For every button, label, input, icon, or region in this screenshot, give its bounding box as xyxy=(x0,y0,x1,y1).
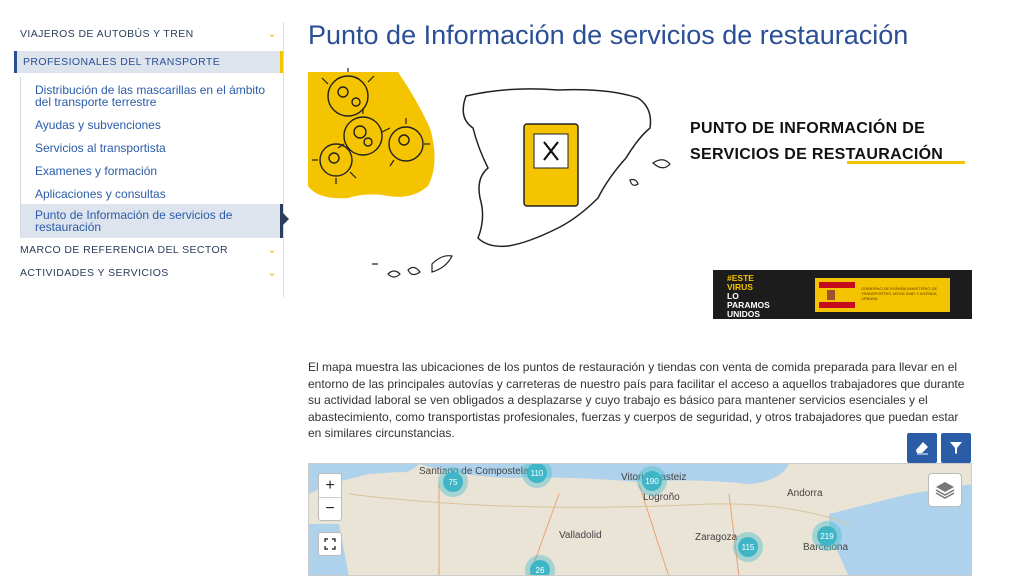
filter-button[interactable] xyxy=(941,433,971,463)
map-view[interactable]: + − Santiago de Compostela Vitoria-Gaste… xyxy=(308,463,972,576)
sidebar-item-ayudas[interactable]: Ayudas y subvenciones xyxy=(21,112,283,135)
poster-underline xyxy=(847,161,965,164)
map-cluster[interactable]: 115 xyxy=(733,532,763,562)
poster-line-1: PUNTO DE INFORMACIÓN DE xyxy=(690,120,926,137)
sidebar-nav: VIAJEROS DE AUTOBÚS Y TREN ⌄ PROFESIONAL… xyxy=(14,22,289,297)
city-label: Santiago de Compostela xyxy=(419,466,529,477)
filter-icon xyxy=(950,442,962,454)
chevron-down-icon: ⌄ xyxy=(267,244,277,256)
fullscreen-button[interactable] xyxy=(318,532,342,556)
cluster-count: 26 xyxy=(530,560,550,575)
cluster-count: 190 xyxy=(642,471,662,491)
city-label: Valladolid xyxy=(559,530,602,541)
nav-section-profesionales[interactable]: PROFESIONALES DEL TRANSPORTE xyxy=(14,51,283,73)
chevron-down-icon: ⌄ xyxy=(267,267,277,279)
nav-section-actividades[interactable]: ACTIVIDADES Y SERVICIOS ⌄ xyxy=(14,261,283,284)
city-label: Andorra xyxy=(787,488,823,499)
submenu: Distribución de las mascarillas en el ám… xyxy=(20,77,289,238)
nav-section-viajeros[interactable]: VIAJEROS DE AUTOBÚS Y TREN ⌄ xyxy=(14,22,283,45)
sidebar-item-examenes[interactable]: Examenes y formación xyxy=(21,158,283,181)
zoom-control: + − xyxy=(318,473,342,521)
map-description: El mapa muestra las ubicaciones de los p… xyxy=(308,360,965,440)
campaign-text: #ESTE VIRUS LO PARAMOS UNIDOS xyxy=(727,274,770,319)
badge-line: UNIDOS xyxy=(727,309,761,319)
nav-section-label: MARCO DE REFERENCIA DEL SECTOR xyxy=(20,243,229,256)
clear-filter-button[interactable] xyxy=(907,433,937,463)
sidebar-item-mascarillas[interactable]: Distribución de las mascarillas en el ám… xyxy=(21,77,283,112)
city-label: Zaragoza xyxy=(695,532,738,543)
zoom-out-button[interactable]: − xyxy=(319,497,341,520)
poster-line-2: SERVICIOS DE RESTAURACIÓN xyxy=(690,146,944,163)
chevron-down-icon: ⌄ xyxy=(267,28,277,40)
zoom-in-button[interactable]: + xyxy=(319,474,341,497)
sidebar-item-servicios[interactable]: Servicios al transportista xyxy=(21,135,283,158)
campaign-badge: #ESTE VIRUS LO PARAMOS UNIDOS GOBIERNO D… xyxy=(713,270,972,319)
nav-section-label: ACTIVIDADES Y SERVICIOS xyxy=(20,266,169,279)
map-cluster[interactable]: 190 xyxy=(637,466,667,496)
sidebar-item-aplicaciones[interactable]: Aplicaciones y consultas xyxy=(21,181,283,204)
eraser-icon xyxy=(916,442,928,455)
cluster-count: 110 xyxy=(527,464,547,483)
sidebar-item-punto-informacion[interactable]: Punto de Información de servicios de res… xyxy=(21,204,289,238)
cluster-count: 75 xyxy=(443,472,463,492)
flag-icon xyxy=(819,282,855,308)
page-title: Punto de Información de servicios de res… xyxy=(308,20,909,50)
nav-section-label: VIAJEROS DE AUTOBÚS Y TREN xyxy=(20,27,194,40)
map-cluster[interactable]: 219 xyxy=(812,521,842,551)
gov-text: GOBIERNO DE ESPAÑA MINISTERIO DE TRANSPO… xyxy=(861,286,950,301)
cluster-count: 115 xyxy=(738,537,758,557)
nav-section-marco[interactable]: MARCO DE REFERENCIA DEL SECTOR ⌄ xyxy=(14,238,283,261)
fullscreen-icon xyxy=(324,538,336,550)
layers-button[interactable] xyxy=(928,473,962,507)
layers-icon xyxy=(935,482,955,499)
nav-section-label: PROFESIONALES DEL TRANSPORTE xyxy=(23,56,221,68)
cluster-count: 219 xyxy=(817,526,837,546)
government-logo: GOBIERNO DE ESPAÑA MINISTERIO DE TRANSPO… xyxy=(815,278,950,312)
map-cluster[interactable]: 75 xyxy=(438,467,468,497)
